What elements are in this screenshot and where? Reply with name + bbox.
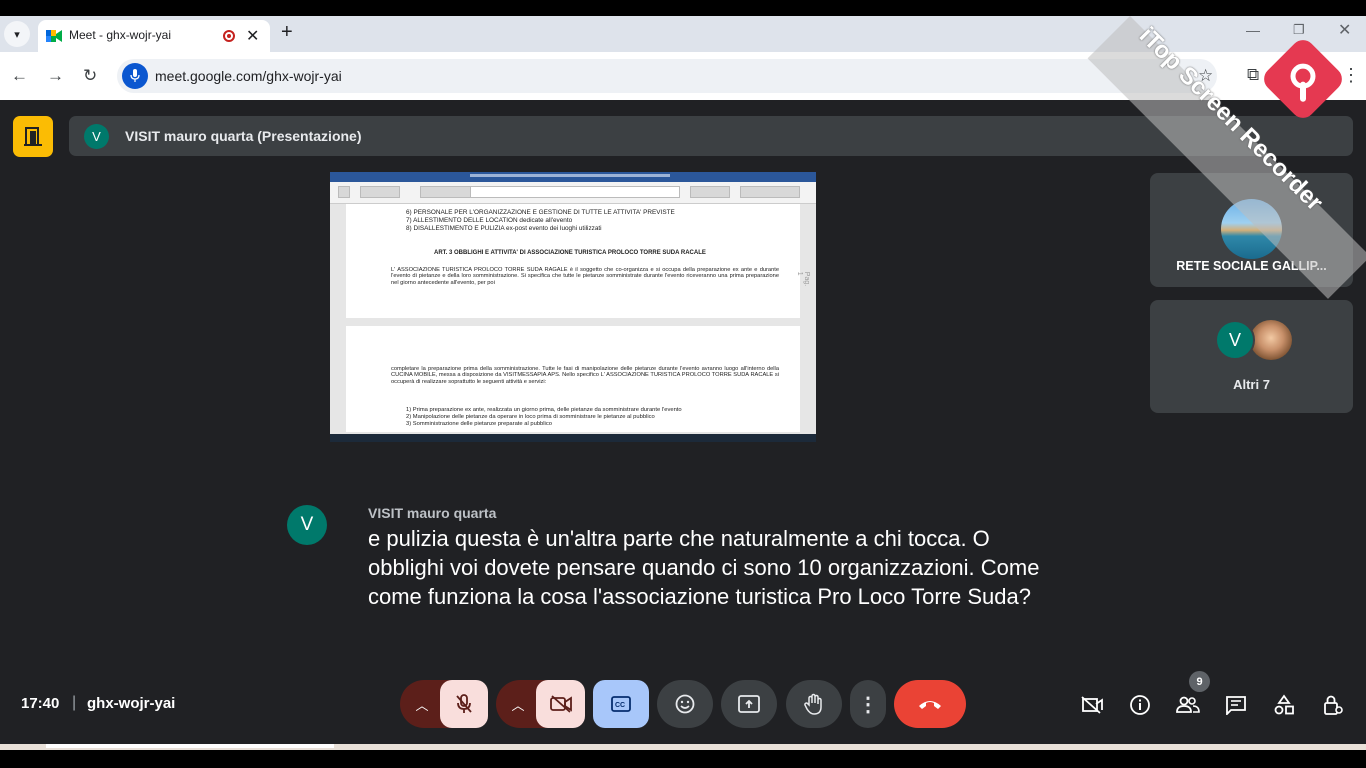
new-tab-button[interactable]: +: [281, 21, 293, 44]
camera-off-icon: [549, 695, 572, 713]
meeting-code: ghx-wojr-yai: [87, 695, 176, 712]
hang-up-icon: [919, 701, 941, 709]
more-vert-icon: ⋮: [858, 693, 878, 716]
meet-stage: V VISIT mauro quarta (Presentazione) 6) …: [0, 100, 1366, 744]
doc-list-item: 7) ALLESTIMENTO DELLE LOCATION dedicate …: [406, 217, 573, 224]
back-icon[interactable]: ←: [11, 66, 28, 86]
window-close-button[interactable]: ✕: [1338, 20, 1351, 40]
doc-list-item: 1) Prima preparazione ex ante, realizzat…: [406, 407, 682, 413]
host-controls-icon[interactable]: [1080, 693, 1104, 717]
document-page: completare la preparazione prima della s…: [346, 326, 800, 432]
restore-button[interactable]: ❐: [1293, 22, 1305, 38]
raise-hand-button[interactable]: [786, 680, 842, 728]
word-ribbon: [330, 182, 816, 204]
captions-button[interactable]: CC: [593, 680, 649, 728]
emoji-icon: [675, 694, 695, 714]
mic-off-button[interactable]: [440, 680, 488, 728]
caption-speaker: VISIT mauro quarta: [368, 505, 497, 521]
camera-control-group: ︿: [496, 680, 585, 728]
doc-page-label: Pag. 1: [796, 271, 811, 287]
minimize-button[interactable]: —: [1246, 22, 1260, 38]
tab-title: Meet - ghx-wojr-yai: [69, 28, 172, 42]
people-count-badge: 9: [1189, 671, 1210, 692]
others-label: Altri 7: [1233, 377, 1270, 392]
video-options-button[interactable]: ︿: [496, 680, 540, 728]
others-tile[interactable]: V Altri 7: [1150, 300, 1353, 413]
doc-list-item: 3) Somministrazione delle pietanze prepa…: [406, 421, 552, 427]
leave-call-button[interactable]: [894, 680, 966, 728]
present-button[interactable]: [721, 680, 777, 728]
os-taskbar: [0, 744, 1366, 768]
address-bar[interactable]: meet.google.com/ghx-wojr-yai: [117, 59, 1217, 93]
shared-screen: 6) PERSONALE PER L'ORGANIZZAZIONE E GEST…: [330, 172, 816, 442]
participant-avatar: V: [1215, 320, 1255, 360]
companion-mode-button[interactable]: [13, 116, 53, 157]
host-lock-icon[interactable]: [1321, 693, 1345, 717]
reload-icon[interactable]: ↻: [83, 66, 97, 86]
presenter-title: VISIT mauro quarta (Presentazione): [125, 128, 362, 144]
present-screen-icon: [738, 695, 760, 713]
hand-icon: [804, 693, 822, 715]
activities-icon[interactable]: [1272, 693, 1296, 717]
captions-icon: CC: [611, 696, 631, 712]
document-page: 6) PERSONALE PER L'ORGANIZZAZIONE E GEST…: [346, 204, 810, 318]
meet-favicon: [46, 30, 62, 42]
svg-text:CC: CC: [615, 702, 625, 709]
doc-paragraph: L' ASSOCIAZIONE TURISTICA PROLOCO TORRE …: [391, 267, 779, 286]
chat-icon[interactable]: [1224, 693, 1248, 717]
doc-list-item: 6) PERSONALE PER L'ORGANIZZAZIONE E GEST…: [406, 209, 675, 216]
recording-icon: [223, 30, 235, 42]
tab-search-icon[interactable]: ▾: [4, 21, 30, 47]
audio-options-button[interactable]: ︿: [400, 680, 444, 728]
caption-avatar: V: [287, 505, 327, 545]
reactions-button[interactable]: [657, 680, 713, 728]
forward-icon[interactable]: →: [47, 66, 64, 86]
doc-paragraph: completare la preparazione prima della s…: [391, 366, 779, 385]
url-text: meet.google.com/ghx-wojr-yai: [155, 68, 342, 84]
more-options-button[interactable]: ⋮: [850, 680, 886, 728]
separator: |: [72, 694, 77, 711]
clock: 17:40: [21, 695, 60, 712]
mic-control-group: ︿: [400, 680, 488, 728]
close-tab-icon[interactable]: ✕: [246, 26, 259, 46]
word-titlebar: [330, 172, 816, 182]
extensions-icon[interactable]: ⧉: [1247, 65, 1259, 85]
shared-taskbar: [330, 434, 816, 442]
people-icon[interactable]: [1176, 693, 1200, 717]
participant-photo: [1250, 320, 1292, 360]
screen: ▾ Meet - ghx-wojr-yai ✕ + — ❐ ✕ ← → ↻ me…: [0, 0, 1366, 768]
meeting-details-icon[interactable]: [1128, 693, 1152, 717]
presenter-avatar: V: [84, 124, 109, 149]
doc-list-item: 8) DISALLESTIMENTO E PULIZIA ex-post eve…: [406, 225, 602, 232]
mic-permission-icon[interactable]: [122, 63, 148, 89]
mic-off-icon: [456, 694, 472, 713]
doc-list-item: 2) Manipolazione delle pietanze da opera…: [406, 414, 655, 420]
menu-icon[interactable]: ⋮: [1342, 65, 1360, 86]
browser-tab[interactable]: Meet - ghx-wojr-yai ✕: [38, 20, 270, 52]
camera-off-button[interactable]: [536, 680, 585, 728]
caption-text: e pulizia questa è un'altra parte che na…: [368, 526, 1040, 609]
doc-heading: ART. 3 OBBLIGHI E ATTIVITA' DI ASSOCIAZI…: [434, 250, 706, 256]
door-icon: [24, 126, 42, 146]
